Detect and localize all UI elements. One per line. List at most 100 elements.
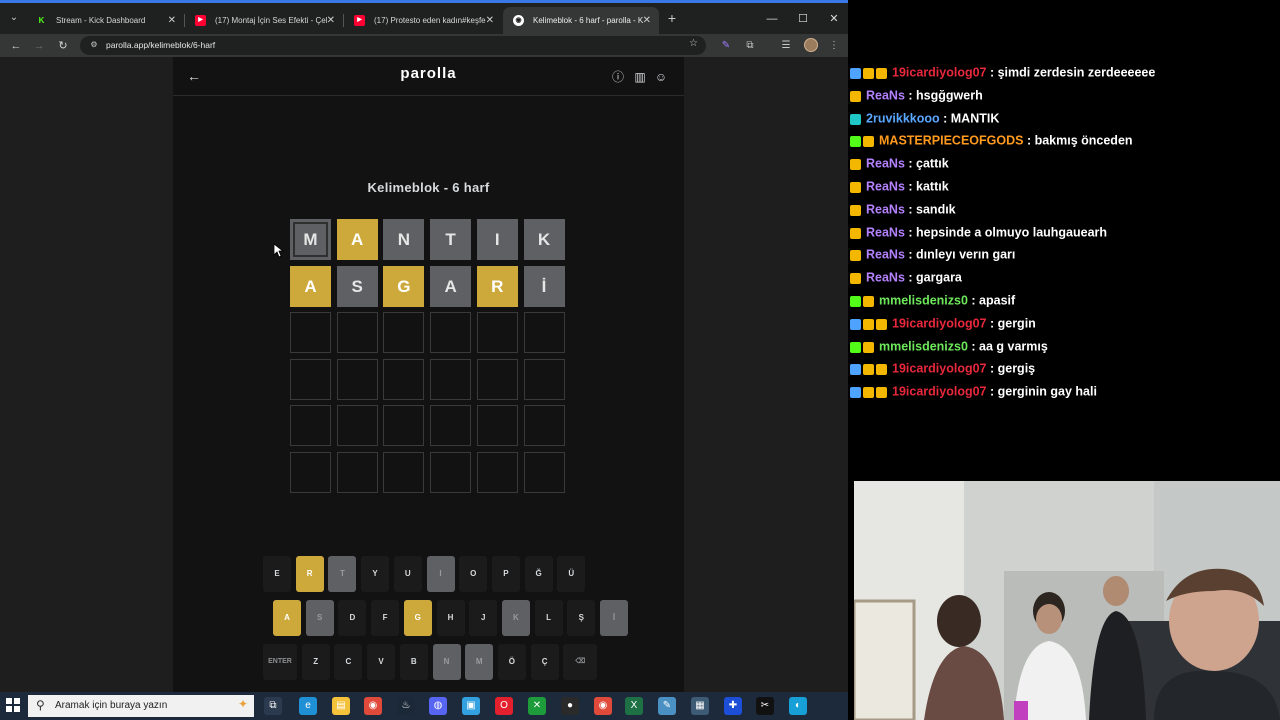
key-ğ[interactable]: Ğ: [524, 556, 553, 592]
chat-username[interactable]: ReaNs: [866, 157, 905, 171]
taskbar-search-box[interactable]: ⚲ Aramak için buraya yazın ✦: [28, 695, 254, 717]
key-l[interactable]: L: [534, 600, 563, 636]
chat-username[interactable]: ReaNs: [866, 271, 905, 285]
key-o[interactable]: O: [459, 556, 488, 592]
close-tab-icon[interactable]: ✕: [643, 7, 651, 34]
chat-username[interactable]: mmelisdenizs0: [879, 294, 968, 308]
maximize-icon[interactable]: ☐: [793, 10, 813, 28]
badge-icon: [850, 90, 861, 102]
minimize-icon[interactable]: —: [762, 10, 782, 28]
key-g[interactable]: G: [403, 600, 432, 636]
back-icon[interactable]: ←: [7, 37, 25, 55]
chat-badges: [850, 382, 889, 402]
key-a[interactable]: A: [273, 600, 301, 636]
chat-username[interactable]: mmelisdenizs0: [879, 339, 968, 353]
chat-username[interactable]: ReaNs: [866, 89, 905, 103]
opera-icon[interactable]: O: [495, 697, 513, 715]
key-y[interactable]: Y: [361, 556, 390, 592]
key-z[interactable]: Z: [301, 644, 330, 680]
enter-key[interactable]: ENTER: [263, 644, 297, 680]
address-bar[interactable]: ⚙ parolla.app/kelimeblok/6-harf ☆: [80, 36, 706, 55]
key-n[interactable]: N: [432, 644, 461, 680]
task-view-icon[interactable]: ⧉: [264, 697, 282, 715]
key-e[interactable]: E: [263, 556, 291, 592]
chrome-icon[interactable]: ◉: [364, 697, 382, 715]
bookmark-star-icon[interactable]: ☆: [689, 38, 698, 49]
tab-search-icon[interactable]: ⌄: [6, 10, 22, 26]
badge-icon: [850, 227, 861, 239]
capcut-icon[interactable]: ✂: [756, 697, 774, 715]
tab-groups-icon[interactable]: ☰: [778, 38, 794, 54]
chat-badges: [850, 222, 863, 242]
file-explorer-icon[interactable]: ▤: [332, 697, 350, 715]
key-b[interactable]: B: [399, 644, 428, 680]
chat-username[interactable]: ReaNs: [866, 225, 905, 239]
key-j[interactable]: J: [469, 600, 498, 636]
close-window-icon[interactable]: ✕: [824, 10, 844, 28]
chat-username[interactable]: 2ruvikkkooo: [866, 111, 940, 125]
info-icon[interactable]: ⓘ: [610, 69, 626, 85]
chat-username[interactable]: ReaNs: [866, 203, 905, 217]
key-ş[interactable]: Ş: [567, 600, 596, 636]
chat-message: ReaNs : gargara: [850, 267, 962, 287]
pen-extension-icon[interactable]: ✎: [718, 38, 734, 54]
reload-icon[interactable]: ↻: [54, 37, 72, 55]
close-tab-icon[interactable]: ✕: [327, 7, 335, 34]
key-i[interactable]: I: [426, 556, 455, 592]
chat-username[interactable]: MASTERPIECEOFGODS: [879, 134, 1023, 148]
chat-username[interactable]: ReaNs: [866, 248, 905, 262]
key-h[interactable]: H: [436, 600, 465, 636]
app3-icon[interactable]: ◐: [789, 697, 807, 715]
key-d[interactable]: D: [338, 600, 367, 636]
app2-icon[interactable]: ✚: [724, 697, 742, 715]
close-tab-icon[interactable]: ✕: [486, 7, 494, 34]
key-u[interactable]: U: [393, 556, 422, 592]
app-icon[interactable]: ▣: [462, 697, 480, 715]
key-p[interactable]: P: [491, 556, 520, 592]
board-tile: N: [383, 219, 425, 260]
discord-icon[interactable]: ◍: [429, 697, 447, 715]
site-info-icon[interactable]: ⚙: [88, 39, 100, 51]
obs-icon[interactable]: ●: [561, 697, 579, 715]
chrome-active-icon[interactable]: ◉: [594, 697, 612, 715]
steam-icon[interactable]: ♨: [397, 697, 415, 715]
key-k[interactable]: K: [501, 600, 530, 636]
key-c[interactable]: C: [334, 644, 363, 680]
copilot-sparkle-icon[interactable]: ✦: [238, 697, 248, 711]
forward-icon[interactable]: →: [30, 37, 48, 55]
key-f[interactable]: F: [371, 600, 400, 636]
notes-icon[interactable]: ✎: [658, 697, 676, 715]
extensions-icon[interactable]: ⧉: [742, 38, 758, 54]
key-r[interactable]: R: [295, 556, 324, 592]
menu-dots-icon[interactable]: ⋮: [826, 38, 842, 54]
key-s[interactable]: S: [305, 600, 334, 636]
calculator-icon[interactable]: ▦: [691, 697, 709, 715]
tab-youtube-1[interactable]: ▶ (17) Montaj İçin Ses Efekti - Çel ✕: [185, 7, 343, 34]
tab-kick-dashboard[interactable]: K Stream - Kick Dashboard ✕: [26, 7, 184, 34]
chat-username[interactable]: 19icardiyolog07: [892, 66, 987, 80]
chat-username[interactable]: 19icardiyolog07: [892, 385, 987, 399]
key-t[interactable]: T: [328, 556, 357, 592]
new-tab-icon[interactable]: +: [664, 10, 680, 26]
xbox-icon[interactable]: ✕: [528, 697, 546, 715]
key-i̇[interactable]: İ: [600, 600, 628, 636]
chat-username[interactable]: 19icardiyolog07: [892, 317, 987, 331]
key-ç[interactable]: Ç: [530, 644, 559, 680]
profile-icon[interactable]: ☺: [653, 69, 669, 85]
chat-username[interactable]: ReaNs: [866, 180, 905, 194]
profile-avatar[interactable]: [804, 38, 818, 52]
close-tab-icon[interactable]: ✕: [168, 7, 176, 34]
board-tile: [336, 405, 378, 447]
key-ö[interactable]: Ö: [497, 644, 526, 680]
edge-icon[interactable]: e: [299, 697, 317, 715]
stats-icon[interactable]: ▥: [632, 69, 648, 85]
windows-start-icon[interactable]: [6, 698, 20, 712]
chat-username[interactable]: 19icardiyolog07: [892, 362, 987, 376]
key-v[interactable]: V: [367, 644, 396, 680]
key-ü[interactable]: Ü: [557, 556, 586, 592]
key-m[interactable]: M: [465, 644, 494, 680]
tab-youtube-2[interactable]: ▶ (17) Protesto eden kadın#keşfe ✕: [344, 7, 502, 34]
excel-icon[interactable]: X: [625, 697, 643, 715]
backspace-key[interactable]: ⌫: [563, 644, 598, 680]
tab-parolla[interactable]: ◉ Kelimeblok - 6 harf - parolla - K ✕: [503, 7, 659, 34]
